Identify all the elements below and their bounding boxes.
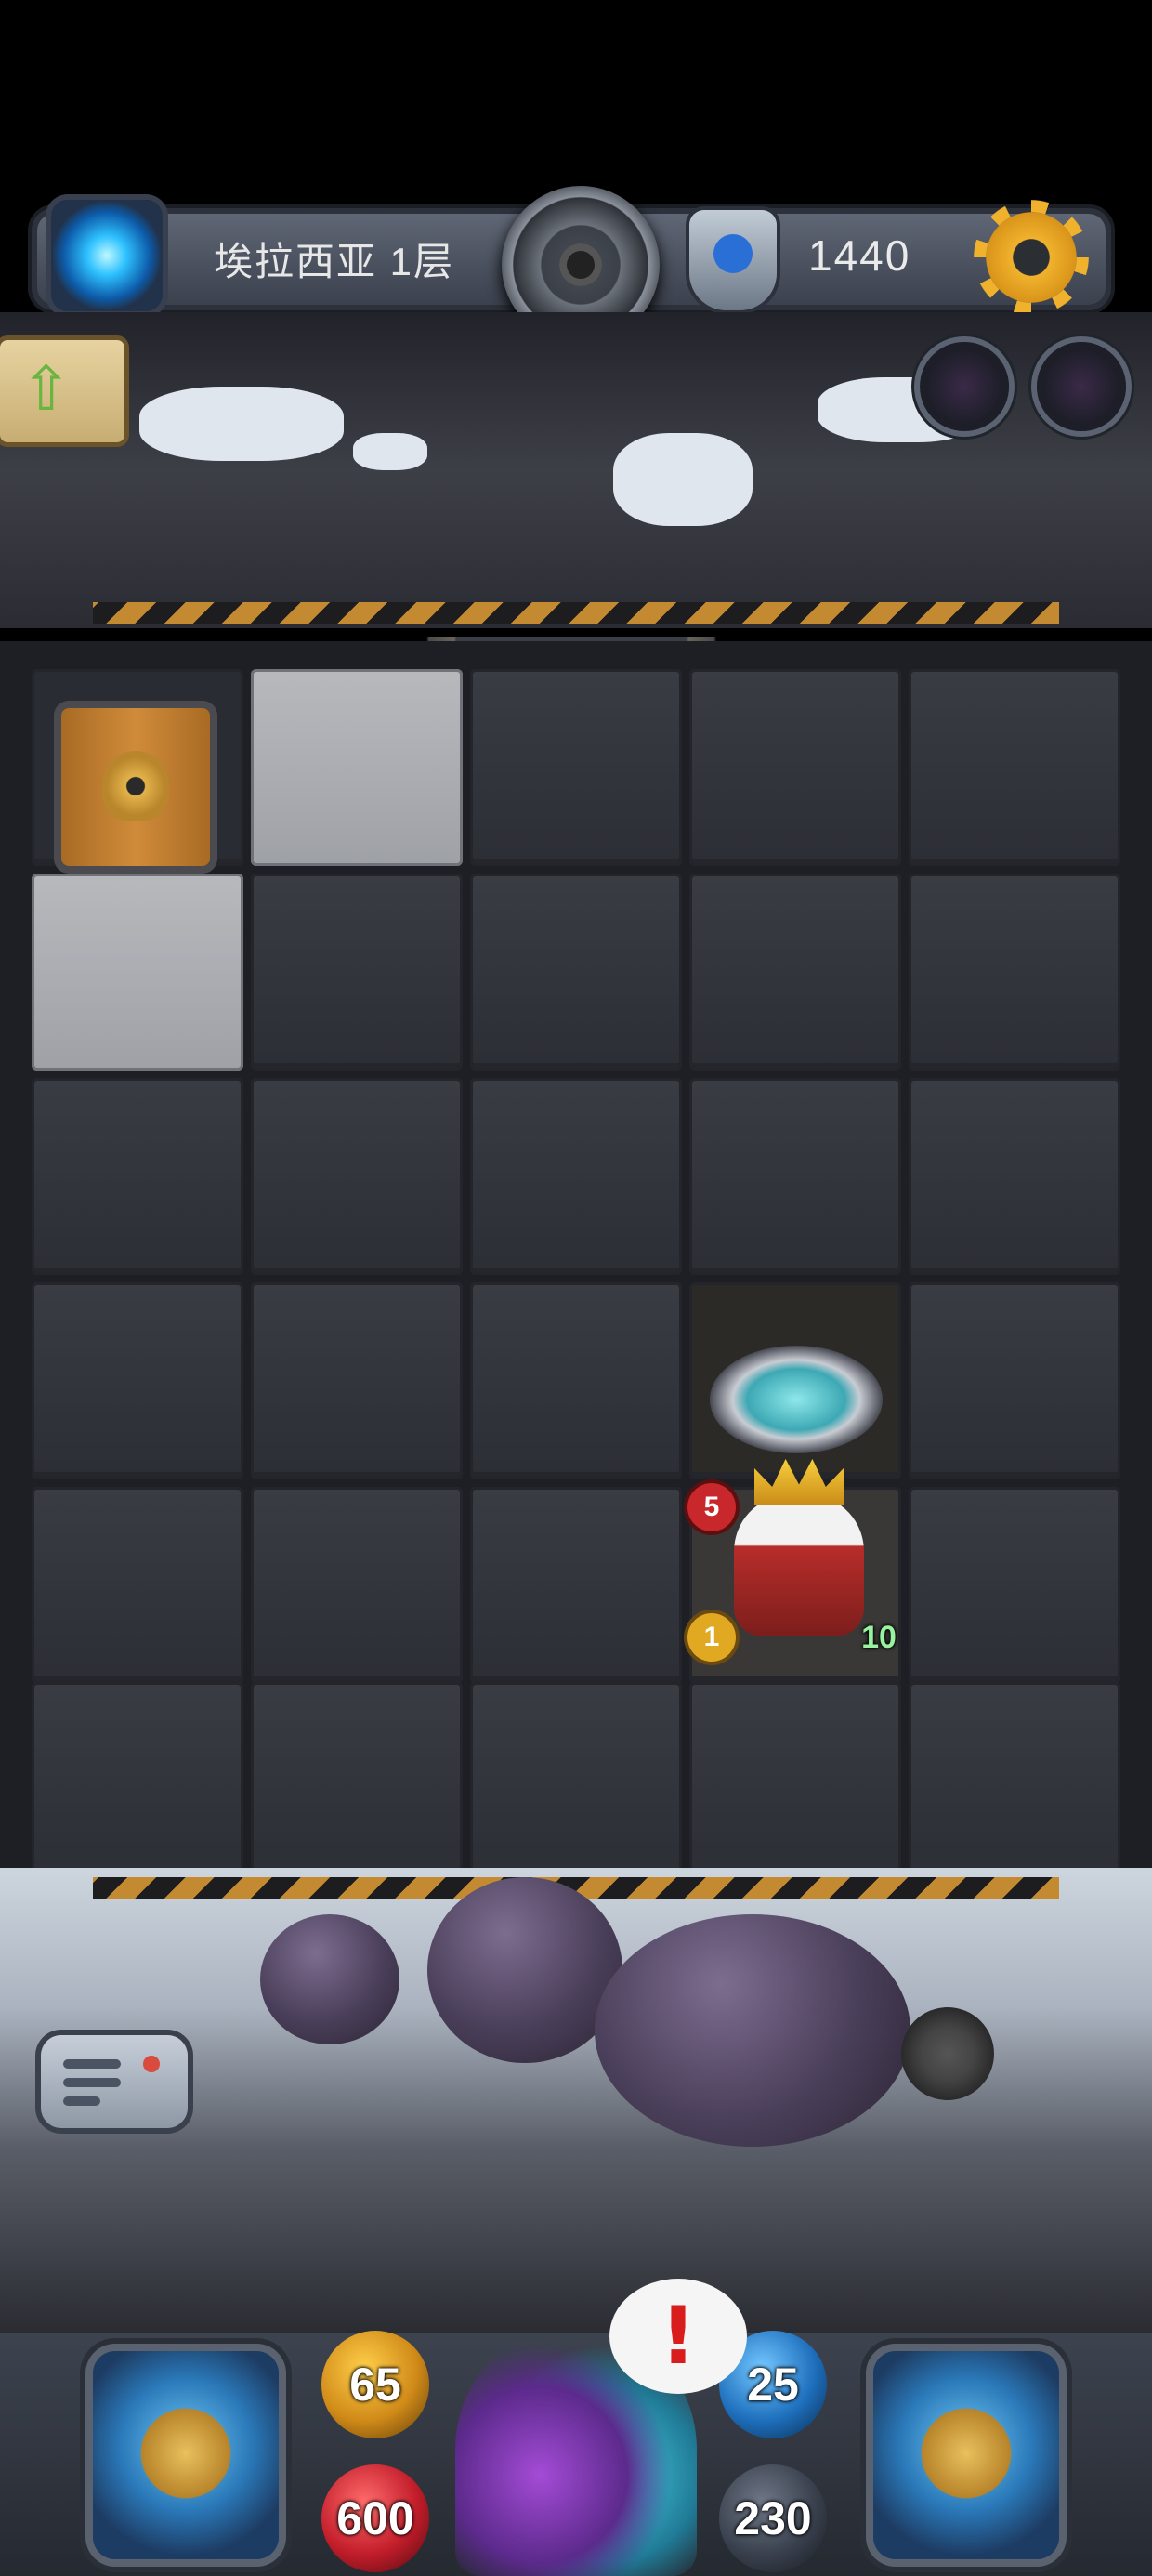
- grid-tile[interactable]: [470, 874, 682, 1071]
- hazard-stripe-top: [93, 602, 1059, 624]
- companion-avatar-2[interactable]: [1037, 342, 1126, 431]
- grid-tile[interactable]: [251, 874, 463, 1071]
- grid-tile[interactable]: [909, 1282, 1120, 1479]
- gold-stat: 230: [719, 2464, 827, 2572]
- grid-tile[interactable]: [470, 1078, 682, 1275]
- grid-tile-revealed[interactable]: [251, 669, 463, 866]
- up-arrow-icon: ⇧: [20, 354, 72, 423]
- helmet-icon: [134, 2401, 238, 2505]
- grid-tile[interactable]: [32, 1682, 243, 1879]
- robot-body-debris: [595, 1914, 910, 2147]
- grid-tile[interactable]: [909, 669, 1120, 866]
- grid-tile[interactable]: [689, 1078, 901, 1275]
- grid-tile[interactable]: [251, 1282, 463, 1479]
- settings-gear-icon[interactable]: [974, 200, 1089, 315]
- grid-tile[interactable]: [689, 669, 901, 866]
- grid-tile[interactable]: [909, 1487, 1120, 1684]
- currency-value: 1440: [808, 231, 911, 280]
- enemy-attack-badge: 5: [687, 1483, 736, 1531]
- alert-bubble[interactable]: !: [609, 2279, 747, 2394]
- king-body: [734, 1496, 864, 1636]
- grid-tile[interactable]: [689, 874, 901, 1071]
- grid-tile[interactable]: [32, 1487, 243, 1684]
- grid-tile[interactable]: [32, 1078, 243, 1275]
- companion-avatar-1[interactable]: [920, 342, 1009, 431]
- robot-head-debris: [260, 1914, 399, 2044]
- floor-label: 埃拉西亚 1层: [214, 240, 455, 283]
- stairs-portal[interactable]: [710, 1346, 883, 1453]
- cog-debris: [901, 2007, 994, 2100]
- grid-tile[interactable]: [470, 669, 682, 866]
- portal-icon[interactable]: [51, 200, 163, 311]
- robot-helmet-debris: [427, 1877, 622, 2063]
- equipment-slot-left[interactable]: [93, 2351, 279, 2559]
- grid-tile-revealed[interactable]: [32, 874, 243, 1071]
- grid-tile[interactable]: [909, 874, 1120, 1071]
- attack-stat: 65: [321, 2331, 429, 2438]
- grid-tile[interactable]: [32, 1282, 243, 1479]
- grid-tile[interactable]: [689, 1682, 901, 1879]
- journal-menu-button[interactable]: [41, 2035, 188, 2128]
- grid-tile[interactable]: [251, 1682, 463, 1879]
- health-stat: 600: [321, 2464, 429, 2572]
- equipment-slot-right[interactable]: [873, 2351, 1059, 2559]
- grid-tile[interactable]: [909, 1682, 1120, 1879]
- scroll-icon: [914, 2401, 1018, 2505]
- locked-door[interactable]: [61, 708, 210, 866]
- grid-tile[interactable]: [470, 1282, 682, 1479]
- enemy-level-badge: 1: [687, 1613, 736, 1662]
- grid-tile[interactable]: [470, 1682, 682, 1879]
- grid-tile[interactable]: [251, 1487, 463, 1684]
- crown-icon: [754, 1459, 844, 1505]
- enemy-hp-badge: 10: [861, 1619, 897, 1655]
- upstairs-button[interactable]: ⇧: [0, 340, 124, 442]
- grid-tile[interactable]: [251, 1078, 463, 1275]
- grid-tile[interactable]: [470, 1487, 682, 1684]
- keyhole-icon: [102, 751, 169, 821]
- shield-currency-icon: [689, 210, 777, 310]
- grid-tile[interactable]: [909, 1078, 1120, 1275]
